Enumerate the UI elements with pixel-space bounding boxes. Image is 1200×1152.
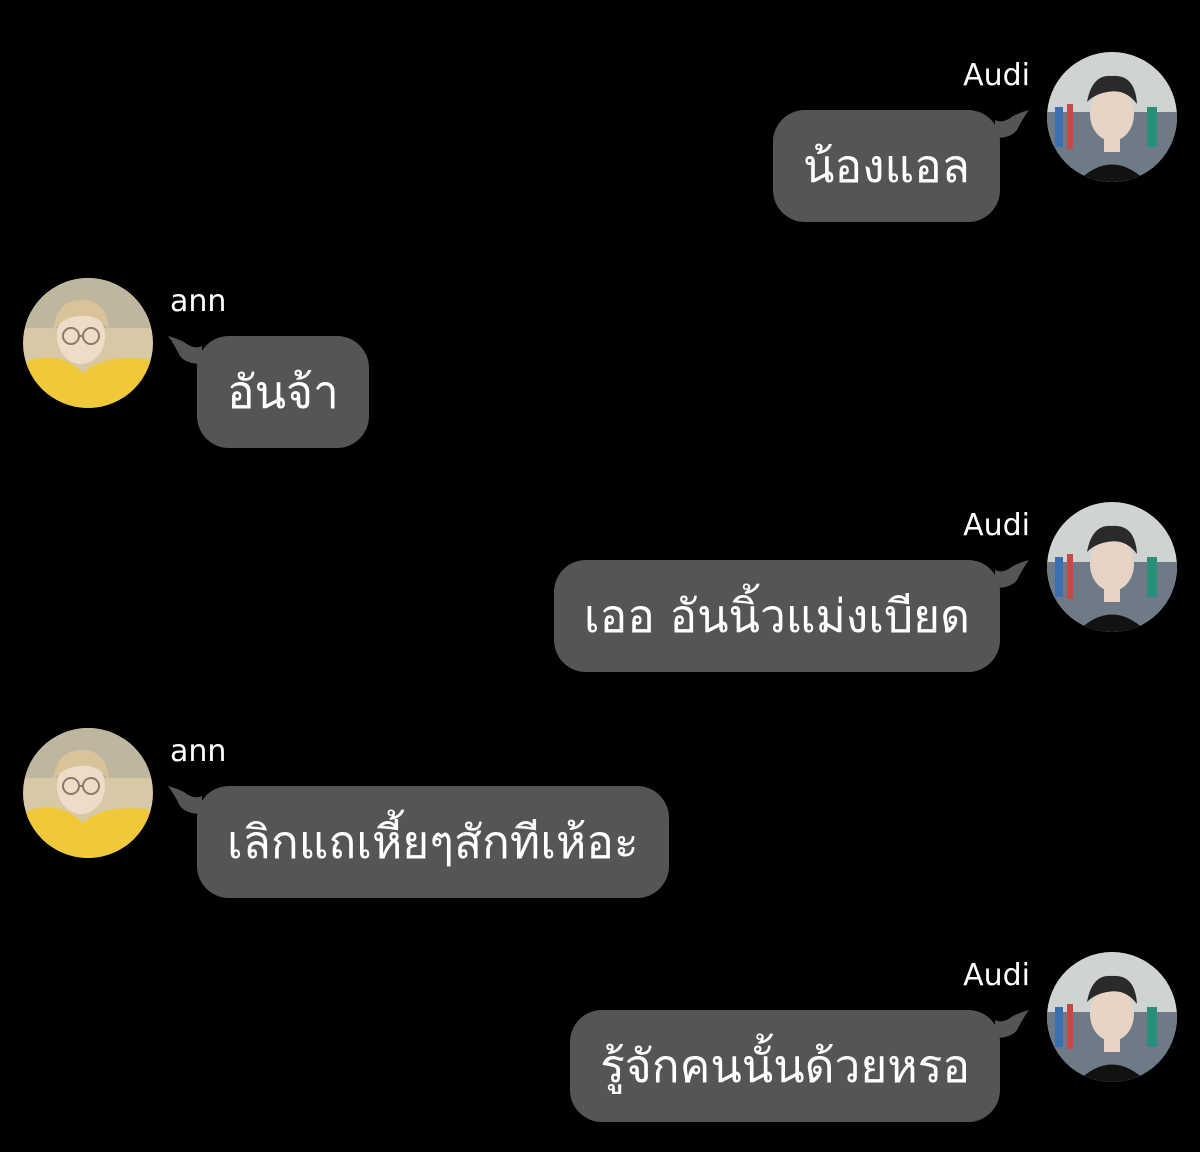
- sender-name: Audi: [963, 508, 1030, 543]
- bubble-tail: [995, 110, 1029, 138]
- message-row: Audi น้องแอล: [0, 52, 1200, 252]
- bubble-tail: [995, 1010, 1029, 1038]
- sender-name: Audi: [963, 958, 1030, 993]
- sender-name: Audi: [963, 58, 1030, 93]
- sender-name: ann: [170, 284, 227, 319]
- message-row: Audi เออ อันนิ้วแม่งเบียด: [0, 502, 1200, 702]
- profile-photo-icon: [1047, 952, 1177, 1082]
- sender-name: ann: [170, 734, 227, 769]
- profile-photo-icon: [1047, 52, 1177, 182]
- message-row: ann เลิกแถเหี้ยๆสักทีเห้อะ: [0, 728, 1200, 928]
- avatar[interactable]: [23, 728, 153, 858]
- message-row: Audi รู้จักคนนั้นด้วยหรอ: [0, 952, 1200, 1152]
- bubble-tail: [995, 560, 1029, 588]
- profile-photo-icon: [23, 278, 153, 408]
- avatar[interactable]: [1047, 952, 1177, 1082]
- avatar[interactable]: [23, 278, 153, 408]
- chat-bubble[interactable]: อันจ้า: [197, 336, 369, 448]
- chat-bubble[interactable]: น้องแอล: [773, 110, 1000, 222]
- message-row: ann อันจ้า: [0, 278, 1200, 478]
- chat-bubble[interactable]: เลิกแถเหี้ยๆสักทีเห้อะ: [197, 786, 669, 898]
- avatar[interactable]: [1047, 502, 1177, 632]
- profile-photo-icon: [1047, 502, 1177, 632]
- chat-bubble[interactable]: รู้จักคนนั้นด้วยหรอ: [570, 1010, 1000, 1122]
- avatar[interactable]: [1047, 52, 1177, 182]
- profile-photo-icon: [23, 728, 153, 858]
- chat-bubble[interactable]: เออ อันนิ้วแม่งเบียด: [553, 560, 1000, 672]
